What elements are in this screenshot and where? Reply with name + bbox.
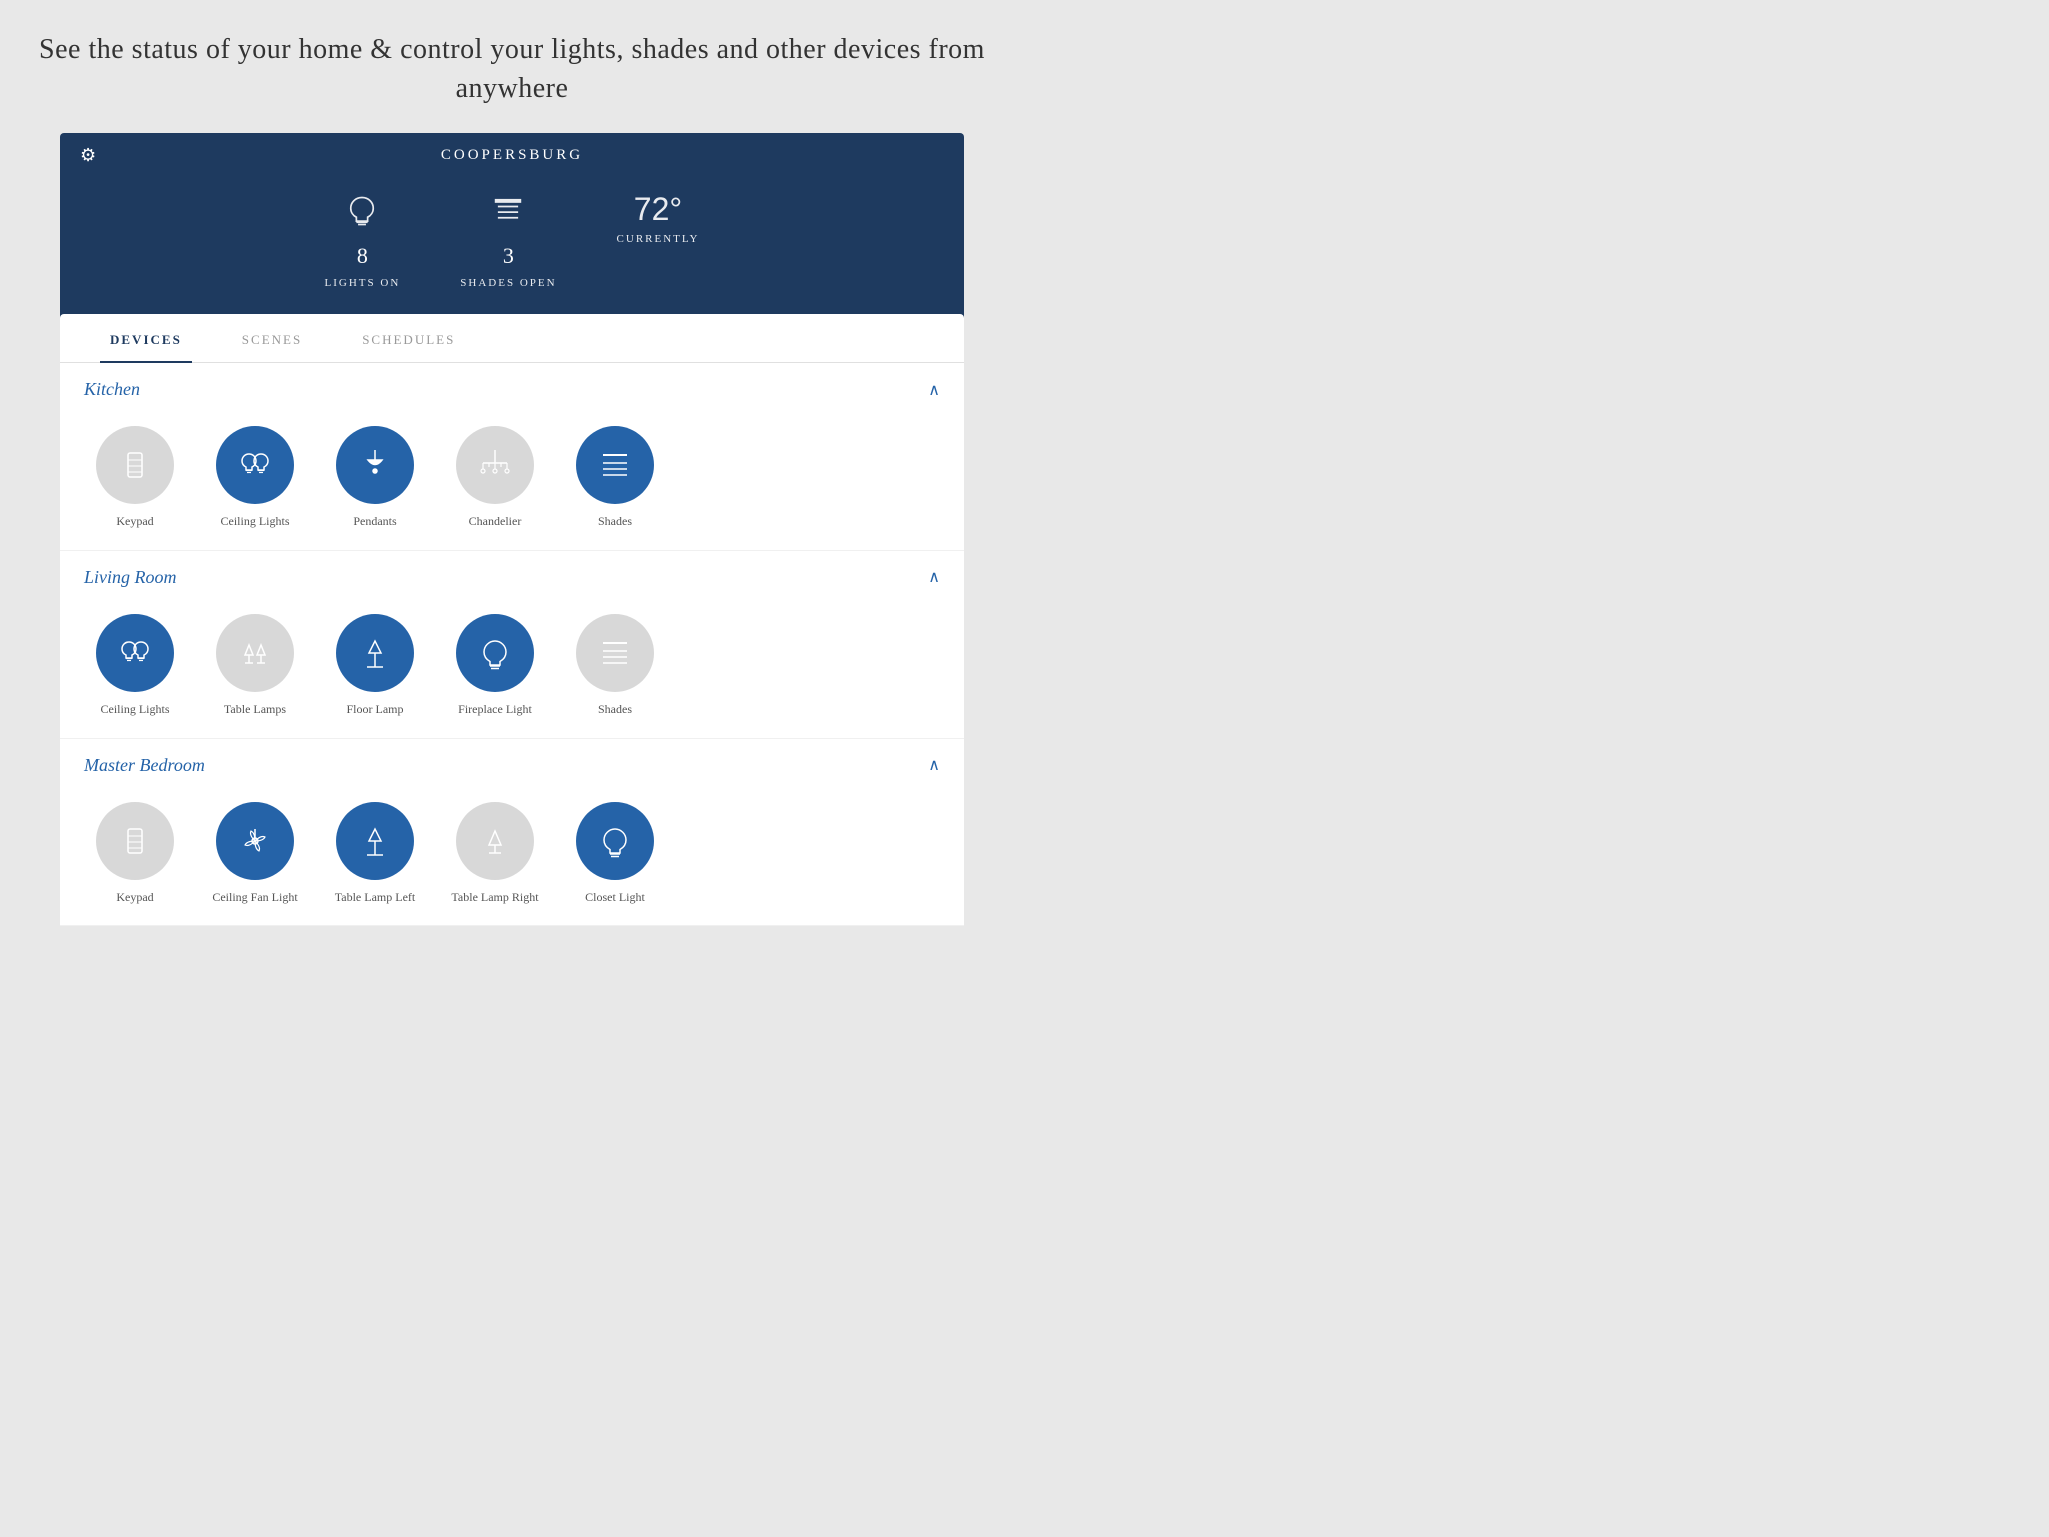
device-shades-kitchen[interactable]: Shades xyxy=(560,426,670,530)
floor-lamp-icon-circle xyxy=(336,614,414,692)
device-table-lamps[interactable]: Table Lamps xyxy=(200,614,310,718)
device-pendants[interactable]: Pendants xyxy=(320,426,430,530)
floor-lamp-label: Floor Lamp xyxy=(347,702,404,718)
master-bedroom-chevron-icon: ∧ xyxy=(928,755,940,775)
device-ceiling-fan-light[interactable]: Ceiling Fan Light xyxy=(200,802,310,906)
living-room-title: Living Room xyxy=(84,567,177,588)
app-header: ⚙ Coopersburg xyxy=(60,133,964,178)
device-ceiling-lights-lr[interactable]: Ceiling Lights xyxy=(80,614,190,718)
main-panel: DEVICES SCENES SCHEDULES Kitchen ∧ xyxy=(60,314,964,926)
status-lights[interactable]: 8 Lights On xyxy=(325,193,401,289)
chandelier-icon-circle xyxy=(456,426,534,504)
device-keypad-kitchen[interactable]: Keypad xyxy=(80,426,190,530)
temp-label: Currently xyxy=(617,233,700,245)
pendants-icon-circle xyxy=(336,426,414,504)
shades-label: Shades Open xyxy=(460,277,556,289)
device-closet-light[interactable]: Closet Light xyxy=(560,802,670,906)
shades-lr-icon-circle xyxy=(576,614,654,692)
app-container: ⚙ Coopersburg 8 Lights On xyxy=(60,133,964,926)
keypad-mb-label: Keypad xyxy=(116,890,153,906)
closet-light-label: Closet Light xyxy=(585,890,645,906)
ceiling-fan-icon-circle xyxy=(216,802,294,880)
gear-icon[interactable]: ⚙ xyxy=(80,145,96,166)
page-wrapper: See the status of your home & control yo… xyxy=(0,0,1024,926)
section-living-room: Living Room ∧ Ceiling Lights xyxy=(60,551,964,739)
table-lamps-label: Table Lamps xyxy=(224,702,286,718)
shades-kitchen-label: Shades xyxy=(598,514,632,530)
closet-light-icon-circle xyxy=(576,802,654,880)
table-lamp-right-icon-circle xyxy=(456,802,534,880)
shades-status-icon xyxy=(490,193,526,235)
status-bar: 8 Lights On 3 Shades Open 72° Currently xyxy=(60,178,964,314)
device-shades-lr[interactable]: Shades xyxy=(560,614,670,718)
temp-number-display: 72° xyxy=(634,193,682,225)
master-bedroom-title: Master Bedroom xyxy=(84,755,205,776)
device-ceiling-lights-kitchen[interactable]: Ceiling Lights xyxy=(200,426,310,530)
table-lamp-left-icon-circle xyxy=(336,802,414,880)
keypad-kitchen-label: Keypad xyxy=(116,514,153,530)
keypad-kitchen-icon-circle xyxy=(96,426,174,504)
status-shades[interactable]: 3 Shades Open xyxy=(460,193,556,289)
keypad-mb-icon-circle xyxy=(96,802,174,880)
lights-label: Lights On xyxy=(325,277,401,289)
lights-number: 8 xyxy=(357,243,368,269)
table-lamps-icon-circle xyxy=(216,614,294,692)
kitchen-header[interactable]: Kitchen ∧ xyxy=(60,363,964,416)
tab-schedules[interactable]: SCHEDULES xyxy=(332,314,485,362)
table-lamp-right-label: Table Lamp Right xyxy=(451,890,538,906)
device-chandelier[interactable]: Chandelier xyxy=(440,426,550,530)
ceiling-lights-lr-label: Ceiling Lights xyxy=(101,702,170,718)
fireplace-light-label: Fireplace Light xyxy=(458,702,532,718)
status-temp[interactable]: 72° Currently xyxy=(617,193,700,289)
device-table-lamp-left[interactable]: Table Lamp Left xyxy=(320,802,430,906)
shades-kitchen-icon-circle xyxy=(576,426,654,504)
shades-lr-label: Shades xyxy=(598,702,632,718)
tabs-bar: DEVICES SCENES SCHEDULES xyxy=(60,314,964,363)
ceiling-lights-lr-icon-circle xyxy=(96,614,174,692)
master-bedroom-header[interactable]: Master Bedroom ∧ xyxy=(60,739,964,792)
device-table-lamp-right[interactable]: Table Lamp Right xyxy=(440,802,550,906)
kitchen-devices: Keypad Ceiling Lights xyxy=(60,416,964,550)
living-room-header[interactable]: Living Room ∧ xyxy=(60,551,964,604)
kitchen-title: Kitchen xyxy=(84,379,140,400)
fireplace-light-icon-circle xyxy=(456,614,534,692)
device-fireplace-light[interactable]: Fireplace Light xyxy=(440,614,550,718)
living-room-devices: Ceiling Lights Table Lamps xyxy=(60,604,964,738)
tab-scenes[interactable]: SCENES xyxy=(212,314,332,362)
table-lamp-left-label: Table Lamp Left xyxy=(335,890,415,906)
tab-devices[interactable]: DEVICES xyxy=(80,314,212,362)
pendants-label: Pendants xyxy=(353,514,396,530)
light-bulb-icon xyxy=(344,193,380,235)
section-kitchen: Kitchen ∧ Keypad xyxy=(60,363,964,551)
master-bedroom-devices: Keypad Ceiling Fan Light xyxy=(60,792,964,926)
section-master-bedroom: Master Bedroom ∧ Keypad xyxy=(60,739,964,927)
ceiling-lights-kitchen-label: Ceiling Lights xyxy=(221,514,290,530)
shades-number: 3 xyxy=(503,243,514,269)
chandelier-label: Chandelier xyxy=(469,514,522,530)
living-room-chevron-icon: ∧ xyxy=(928,567,940,587)
page-tagline: See the status of your home & control yo… xyxy=(20,30,1004,108)
ceiling-fan-label: Ceiling Fan Light xyxy=(212,890,297,906)
device-floor-lamp[interactable]: Floor Lamp xyxy=(320,614,430,718)
app-title: Coopersburg xyxy=(441,147,583,164)
ceiling-lights-kitchen-icon-circle xyxy=(216,426,294,504)
device-keypad-mb[interactable]: Keypad xyxy=(80,802,190,906)
kitchen-chevron-icon: ∧ xyxy=(928,380,940,400)
page-header: See the status of your home & control yo… xyxy=(0,0,1024,133)
